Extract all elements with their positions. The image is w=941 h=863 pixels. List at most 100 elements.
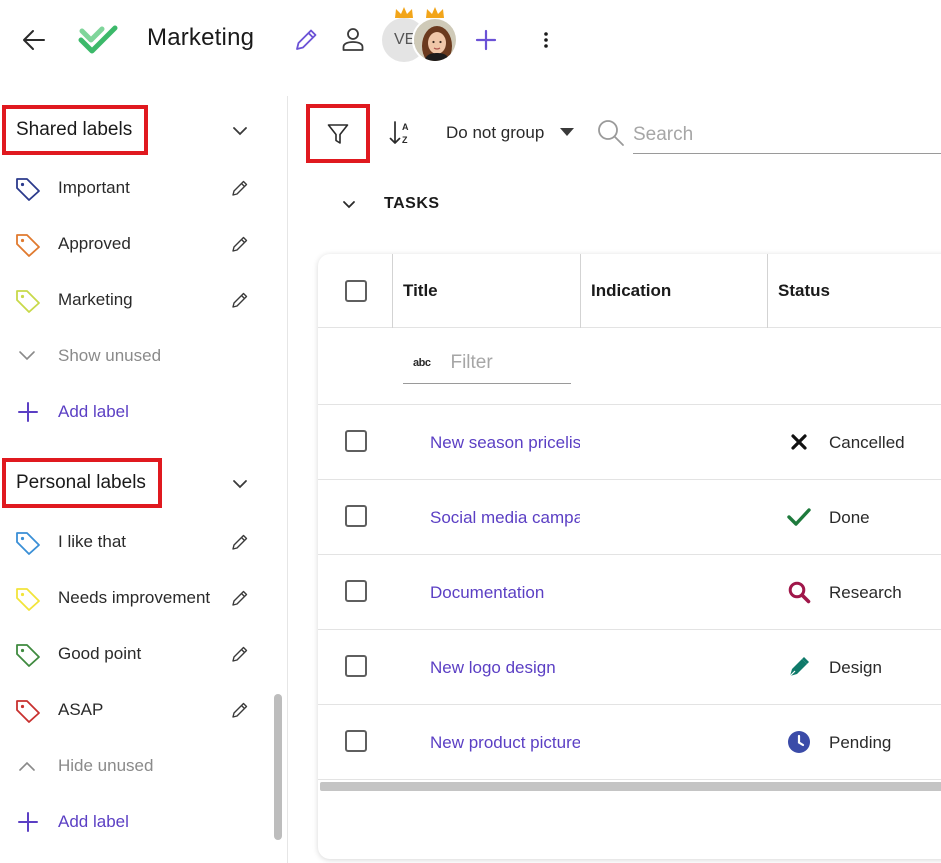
label-name: Important xyxy=(58,178,130,197)
crown-icon xyxy=(426,7,444,18)
select-all-checkbox[interactable] xyxy=(345,280,367,302)
column-header-indication[interactable]: Indication xyxy=(591,254,671,328)
column-divider xyxy=(580,254,581,328)
task-title-link[interactable]: New product pictures xyxy=(430,705,580,780)
row-checkbox[interactable] xyxy=(345,580,367,602)
title-filter-input[interactable] xyxy=(450,351,561,374)
caret-down-icon xyxy=(560,128,574,136)
column-header-status[interactable]: Status xyxy=(778,254,830,328)
shared-label-marketing[interactable]: Marketing xyxy=(0,272,270,328)
add-label-text: Add label xyxy=(58,812,129,831)
add-personal-label-button[interactable]: Add label xyxy=(0,794,270,850)
tag-icon xyxy=(16,700,40,723)
app-logo-double-check-icon xyxy=(76,18,120,62)
top-bar: Marketing VE xyxy=(0,0,941,80)
label-name: I like that xyxy=(58,532,127,551)
tag-icon xyxy=(16,532,40,555)
show-unused-label: Show unused xyxy=(58,346,162,365)
personal-label-asap[interactable]: ASAP xyxy=(0,682,270,738)
tasks-section-header[interactable]: TASKS xyxy=(336,190,440,218)
chevron-down-icon xyxy=(233,127,247,136)
sidebar-scrollbar[interactable] xyxy=(274,694,282,840)
svg-text:Z: Z xyxy=(402,135,408,145)
shared-labels-collapse-button[interactable] xyxy=(226,117,254,145)
edit-label-button[interactable] xyxy=(226,528,254,556)
filter-button[interactable] xyxy=(306,104,370,163)
pencil-icon xyxy=(232,646,248,662)
task-title-link[interactable]: New season pricelist xyxy=(430,405,580,480)
pencil-icon xyxy=(232,292,248,308)
personal-labels-collapse-button[interactable] xyxy=(226,470,254,498)
add-member-button[interactable] xyxy=(468,22,504,58)
hide-unused-toggle[interactable]: Hide unused xyxy=(0,738,270,794)
clock-icon xyxy=(786,729,812,755)
task-status: Done xyxy=(829,507,870,527)
plus-icon xyxy=(18,402,38,422)
plus-icon xyxy=(18,812,38,832)
hide-unused-label: Hide unused xyxy=(58,756,154,775)
group-by-select[interactable]: Do not group xyxy=(438,116,582,150)
edit-label-button[interactable] xyxy=(226,696,254,724)
chevron-down-icon xyxy=(336,191,362,217)
chevron-down-icon xyxy=(19,351,35,361)
label-name: Needs improvement xyxy=(58,588,211,607)
shared-label-important[interactable]: Important xyxy=(0,160,270,216)
personal-label-needs-improvement[interactable]: Needs improvement xyxy=(0,570,270,626)
member-avatar-photo[interactable] xyxy=(412,17,458,63)
table-row[interactable]: New product pictures Pending xyxy=(318,705,941,780)
personal-label-good-point[interactable]: Good point xyxy=(0,626,270,682)
row-checkbox[interactable] xyxy=(345,730,367,752)
task-title-link[interactable]: Documentation xyxy=(430,555,580,630)
vertical-dots-icon xyxy=(544,32,548,48)
task-title-link[interactable]: Social media campaign xyxy=(430,480,580,555)
pencil-icon xyxy=(296,29,317,50)
shared-labels-title: Shared labels xyxy=(2,105,149,155)
add-shared-label-button[interactable]: Add label xyxy=(0,384,270,440)
search-box xyxy=(596,112,941,154)
column-filter-row: abc xyxy=(318,328,941,405)
edit-label-button[interactable] xyxy=(226,584,254,612)
row-checkbox[interactable] xyxy=(345,430,367,452)
tag-icon xyxy=(16,644,40,667)
table-row[interactable]: Documentation Research xyxy=(318,555,941,630)
tag-icon xyxy=(16,290,40,313)
pen-nib-icon xyxy=(786,654,812,680)
edit-board-button[interactable] xyxy=(288,22,324,58)
back-button[interactable] xyxy=(14,20,54,60)
table-row[interactable]: New logo design Design xyxy=(318,630,941,705)
more-options-button[interactable] xyxy=(530,22,562,58)
personal-label-i-like-that[interactable]: I like that xyxy=(0,514,270,570)
board-title: Marketing xyxy=(147,24,255,51)
arrow-left-icon xyxy=(23,30,45,50)
edit-label-button[interactable] xyxy=(226,174,254,202)
sort-button[interactable]: A Z xyxy=(384,116,418,150)
search-input[interactable] xyxy=(633,116,941,154)
table-row[interactable]: New season pricelist Cancelled xyxy=(318,405,941,480)
tasks-table: Title Indication Status abc New season p… xyxy=(318,254,941,859)
show-unused-toggle[interactable]: Show unused xyxy=(0,328,270,384)
tag-icon xyxy=(16,178,40,201)
edit-label-button[interactable] xyxy=(226,230,254,258)
check-icon xyxy=(786,504,812,530)
table-row[interactable]: Social media campaign Done xyxy=(318,480,941,555)
labels-sidebar: Shared labels Important Approved Marketi… xyxy=(0,96,288,863)
pencil-icon xyxy=(232,590,248,606)
title-filter: abc xyxy=(403,342,571,384)
avatar-photo-image xyxy=(414,19,456,61)
shared-label-approved[interactable]: Approved xyxy=(0,216,270,272)
text-filter-type-icon[interactable]: abc xyxy=(413,357,431,369)
label-name: Approved xyxy=(58,234,131,253)
column-divider xyxy=(392,254,393,328)
edit-label-button[interactable] xyxy=(226,286,254,314)
edit-label-button[interactable] xyxy=(226,640,254,668)
table-horizontal-scrollbar[interactable] xyxy=(320,782,941,791)
plus-icon xyxy=(475,29,497,51)
members-button[interactable] xyxy=(334,20,372,58)
add-label-text: Add label xyxy=(58,402,129,421)
task-status: Cancelled xyxy=(829,432,905,452)
column-header-title[interactable]: Title xyxy=(403,254,438,328)
row-checkbox[interactable] xyxy=(345,505,367,527)
magnifier-icon xyxy=(786,579,812,605)
row-checkbox[interactable] xyxy=(345,655,367,677)
task-title-link[interactable]: New logo design xyxy=(430,630,580,705)
